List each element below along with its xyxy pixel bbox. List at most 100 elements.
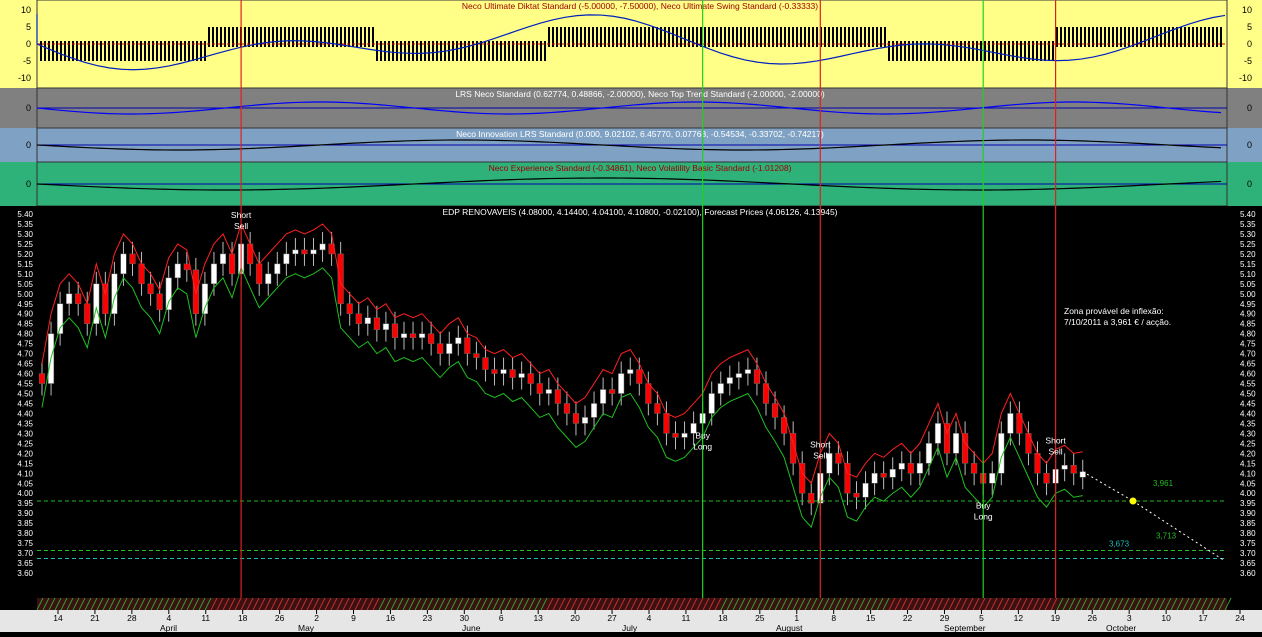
date-tick-label: 3 — [1127, 613, 1132, 623]
price-tick-right: 5.30 — [1240, 230, 1256, 239]
level-label: 3,961 — [1153, 479, 1174, 488]
price-tick-left: 3.60 — [17, 569, 33, 578]
candle-body — [382, 323, 389, 330]
indicator-panel-title-1: Neco Ultimate Diktat Standard (-5.00000,… — [462, 1, 818, 11]
candle-body — [292, 249, 299, 255]
indicator-tick-right: -5 — [1244, 56, 1252, 66]
signal-label: Sell — [813, 450, 827, 460]
price-tick-left: 4.00 — [17, 489, 33, 498]
price-tick-right: 4.75 — [1240, 340, 1256, 349]
price-tick-right: 3.65 — [1240, 559, 1256, 568]
price-tick-left: 5.25 — [17, 240, 33, 249]
candle-body — [437, 343, 444, 354]
candle-body — [129, 253, 136, 265]
signal-label: Sell — [234, 221, 248, 231]
date-tick-label: 23 — [423, 613, 433, 623]
candle-body — [925, 443, 932, 464]
price-tick-left: 4.90 — [17, 310, 33, 319]
price-tick-left: 3.70 — [17, 549, 33, 558]
candle-body — [219, 253, 227, 265]
candle-body — [645, 383, 652, 404]
price-tick-right: 4.10 — [1240, 469, 1256, 478]
price-tick-left: 3.90 — [17, 509, 33, 518]
candle-body — [455, 337, 462, 344]
price-tick-left: 5.00 — [17, 290, 33, 299]
price-tick-right: 3.95 — [1240, 499, 1256, 508]
price-tick-right: 5.15 — [1240, 260, 1256, 269]
price-tick-left: 4.05 — [17, 479, 33, 488]
date-tick-label: 1 — [794, 613, 799, 623]
date-tick-label: 19 — [1051, 613, 1061, 623]
indicator-tick-right: 5 — [1247, 22, 1252, 32]
signal-label: Buy — [695, 430, 710, 440]
price-tick-right: 3.75 — [1240, 539, 1256, 548]
date-tick-label: 12 — [1014, 613, 1024, 623]
price-tick-right: 4.90 — [1240, 310, 1256, 319]
month-label: May — [298, 623, 315, 632]
indicator-tick-right: 0 — [1247, 39, 1252, 49]
annotation-line-2: 7/10/2011 a 3,961 € / acção. — [1064, 317, 1171, 327]
candle-body — [609, 389, 616, 394]
price-tick-right: 4.80 — [1240, 330, 1256, 339]
date-tick-label: 16 — [386, 613, 396, 623]
price-tick-right: 3.80 — [1240, 529, 1256, 538]
month-label: September — [944, 623, 986, 632]
candle-body — [310, 249, 317, 255]
date-tick-label: 24 — [1235, 613, 1245, 623]
price-tick-left: 5.10 — [17, 270, 33, 279]
price-tick-left: 4.50 — [17, 390, 33, 399]
date-tick-label: 26 — [275, 613, 285, 623]
price-tick-left: 3.80 — [17, 529, 33, 538]
price-tick-right: 4.55 — [1240, 380, 1256, 389]
date-tick-label: 18 — [718, 613, 728, 623]
date-tick-label: 18 — [238, 613, 248, 623]
candle-body — [247, 243, 254, 265]
candle-body — [545, 389, 552, 394]
candle-body — [527, 373, 534, 384]
candle-body — [654, 403, 661, 414]
candle-body — [518, 373, 525, 378]
candle-body — [835, 453, 842, 464]
candle-body — [509, 369, 516, 378]
date-tick-label: 25 — [755, 613, 765, 623]
indicator-tick-left: 5 — [26, 22, 31, 32]
price-tick-left: 5.15 — [17, 260, 33, 269]
indicator-tick-left: 0 — [26, 39, 31, 49]
price-tick-right: 5.25 — [1240, 240, 1256, 249]
candle-body — [808, 492, 815, 504]
candle-body — [1061, 465, 1068, 470]
indicator-tick-right: 0 — [1247, 103, 1252, 113]
candle-body — [536, 383, 543, 394]
candle-body — [1079, 471, 1086, 478]
price-tick-left: 4.35 — [17, 419, 33, 428]
candle-body — [753, 369, 761, 384]
candle-body — [301, 249, 308, 255]
candle-body — [1034, 453, 1041, 474]
candle-body — [581, 417, 589, 424]
price-tick-left: 5.20 — [17, 250, 33, 259]
candle-body — [319, 243, 326, 251]
date-tick-label: 17 — [1198, 613, 1208, 623]
price-tick-left: 4.70 — [17, 350, 33, 359]
trading-chart[interactable]: Neco Ultimate Diktat Standard (-5.00000,… — [0, 0, 1262, 633]
signal-label: Sell — [1049, 446, 1063, 456]
candle-body — [355, 313, 362, 324]
indicator-tick-left: 0 — [26, 140, 31, 150]
date-tick-label: 2 — [314, 613, 319, 623]
signal-label: Short — [1045, 435, 1066, 445]
candle-body — [880, 473, 887, 478]
date-tick-label: 5 — [979, 613, 984, 623]
candle-body — [934, 423, 942, 444]
month-label: August — [776, 623, 803, 632]
indicator-tick-left: 0 — [26, 179, 31, 189]
candle-body — [66, 293, 73, 304]
candle-body — [473, 353, 480, 358]
price-tick-right: 4.05 — [1240, 479, 1256, 488]
month-label: October — [1106, 623, 1136, 632]
price-tick-right: 4.20 — [1240, 449, 1256, 458]
level-label: 3,713 — [1156, 531, 1177, 540]
candle-body — [708, 393, 715, 414]
candle-body — [726, 377, 733, 384]
candle-body — [916, 463, 923, 474]
price-tick-right: 4.60 — [1240, 370, 1256, 379]
